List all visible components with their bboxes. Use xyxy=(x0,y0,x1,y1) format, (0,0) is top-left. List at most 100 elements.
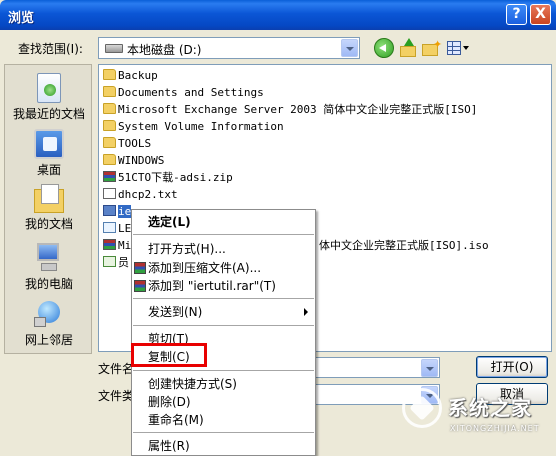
place-label: 我的文档 xyxy=(24,217,73,231)
document-icon xyxy=(103,256,116,267)
chevron-down-icon[interactable] xyxy=(341,39,358,57)
up-arrow-icon xyxy=(404,38,414,46)
folder-icon xyxy=(103,69,116,80)
desktop-icon xyxy=(34,129,64,159)
lookin-dropdown[interactable]: 本地磁盘 (D:) xyxy=(98,37,360,59)
menu-item-add-to-rar[interactable]: 添加到 "iertutil.rar"(T) xyxy=(132,277,315,295)
text-file-icon xyxy=(103,188,116,199)
view-grid-icon xyxy=(447,41,461,55)
file-name-suffix: 体中文企业完整正式版[ISO].iso xyxy=(319,239,489,252)
up-folder-button[interactable] xyxy=(398,38,418,58)
window-title: 浏览 xyxy=(8,11,35,26)
places-bar: 我最近的文档 桌面 我的文档 我的电脑 网上邻居 xyxy=(4,64,92,354)
file-name: Documents and Settings xyxy=(118,86,264,99)
document-icon xyxy=(103,222,116,233)
file-name: dhcp2.txt xyxy=(118,188,178,201)
list-item[interactable]: 员 xyxy=(103,255,129,271)
place-network[interactable]: 网上邻居 xyxy=(5,299,93,348)
file-name: 员 xyxy=(118,256,129,269)
menu-separator xyxy=(133,432,314,433)
menu-item-create-shortcut[interactable]: 创建快捷方式(S) xyxy=(132,375,315,393)
file-name: ie xyxy=(118,205,132,218)
copy-highlight-box xyxy=(131,343,207,367)
file-name: Microsoft Exchange Server 2003 简体中文企业完整正… xyxy=(118,103,478,116)
open-button[interactable]: 打开(O) xyxy=(476,356,548,378)
menu-item-send-to[interactable]: 发送到(N) xyxy=(132,303,315,321)
menu-separator xyxy=(133,325,314,326)
filetype-label: 文件类 xyxy=(98,389,135,403)
folder-icon xyxy=(103,103,116,114)
back-button[interactable] xyxy=(374,38,394,58)
file-name: Backup xyxy=(118,69,158,82)
list-item[interactable]: Mi xyxy=(103,238,131,254)
file-name: TOOLS xyxy=(118,137,152,150)
filename-label: 文件名 xyxy=(98,362,135,376)
list-item[interactable]: Microsoft Exchange Server 2003 简体中文企业完整正… xyxy=(103,102,477,118)
lookin-label: 查找范围(I): xyxy=(18,42,83,56)
chevron-down-icon xyxy=(463,46,469,50)
winrar-icon xyxy=(134,262,146,274)
file-name: System Volume Information xyxy=(118,120,284,133)
filename-input[interactable] xyxy=(300,357,440,378)
title-bar[interactable]: 浏览 ? X xyxy=(0,0,556,30)
list-item[interactable]: WINDOWS xyxy=(103,153,164,169)
place-label: 桌面 xyxy=(36,163,61,177)
list-item-selected[interactable]: ie xyxy=(103,204,132,220)
new-folder-button[interactable]: ✦ xyxy=(421,38,443,58)
list-item[interactable]: dhcp2.txt xyxy=(103,187,178,203)
help-button[interactable]: ? xyxy=(506,4,527,25)
place-label: 我的电脑 xyxy=(24,277,73,291)
recent-documents-icon xyxy=(37,73,61,103)
menu-item-label: 添加到 "iertutil.rar"(T) xyxy=(148,279,276,293)
menu-item-label: 添加到压缩文件(A)... xyxy=(148,261,262,275)
submenu-arrow-icon xyxy=(304,308,308,316)
menu-separator xyxy=(133,370,314,371)
folder-icon xyxy=(103,86,116,97)
file-name: Mi xyxy=(118,239,132,252)
list-item[interactable]: Documents and Settings xyxy=(103,85,264,101)
views-menu-button[interactable] xyxy=(445,38,471,58)
list-item[interactable]: LE xyxy=(103,221,131,237)
menu-separator xyxy=(133,234,314,235)
file-name: WINDOWS xyxy=(118,154,165,167)
folder-icon xyxy=(103,137,116,148)
watermark: 系统之家 XITONGZHIJIA.NET xyxy=(398,380,554,452)
menu-item-rename[interactable]: 重命名(M) xyxy=(132,411,315,429)
list-item[interactable]: TOOLS xyxy=(103,136,151,152)
my-computer-icon xyxy=(35,243,63,273)
menu-item-add-to-archive[interactable]: 添加到压缩文件(A)... xyxy=(132,259,315,277)
drive-icon xyxy=(105,44,123,53)
place-my-documents[interactable]: 我的文档 xyxy=(5,184,93,232)
file-name: 51CTO下载-adsi.zip xyxy=(118,171,233,184)
menu-separator xyxy=(133,298,314,299)
list-item[interactable]: 51CTO下载-adsi.zip xyxy=(103,170,233,186)
folder-icon xyxy=(103,120,116,131)
archive-icon xyxy=(103,239,116,250)
dll-file-icon xyxy=(103,205,116,216)
place-recent-documents[interactable]: 我最近的文档 xyxy=(5,73,93,122)
star-icon: ✦ xyxy=(433,38,443,51)
folder-icon xyxy=(400,46,416,57)
place-label: 网上邻居 xyxy=(24,333,73,347)
menu-item-open-with[interactable]: 打开方式(H)... xyxy=(132,240,315,258)
list-item[interactable]: Backup xyxy=(103,68,158,84)
menu-item-delete[interactable]: 删除(D) xyxy=(132,393,315,411)
menu-item-properties[interactable]: 属性(R) xyxy=(132,437,315,455)
menu-item-label: 发送到(N) xyxy=(148,305,203,319)
place-label: 我最近的文档 xyxy=(12,107,85,121)
menu-item-select[interactable]: 选定(L) xyxy=(132,213,315,231)
archive-icon xyxy=(103,171,116,182)
place-desktop[interactable]: 桌面 xyxy=(5,129,93,178)
network-places-icon xyxy=(34,299,64,329)
close-button[interactable]: X xyxy=(530,4,551,25)
my-documents-icon xyxy=(34,184,64,213)
place-my-computer[interactable]: 我的电脑 xyxy=(5,243,93,292)
watermark-url: XITONGZHIJIA.NET xyxy=(450,424,540,433)
folder-icon xyxy=(103,154,116,165)
context-menu: 选定(L) 打开方式(H)... 添加到压缩文件(A)... 添加到 "iert… xyxy=(131,209,316,456)
chevron-down-icon[interactable] xyxy=(421,359,438,377)
lookin-value: 本地磁盘 (D:) xyxy=(127,43,202,57)
list-item[interactable]: System Volume Information xyxy=(103,119,284,135)
file-name: LE xyxy=(118,222,132,235)
watermark-text: 系统之家 xyxy=(448,396,532,420)
